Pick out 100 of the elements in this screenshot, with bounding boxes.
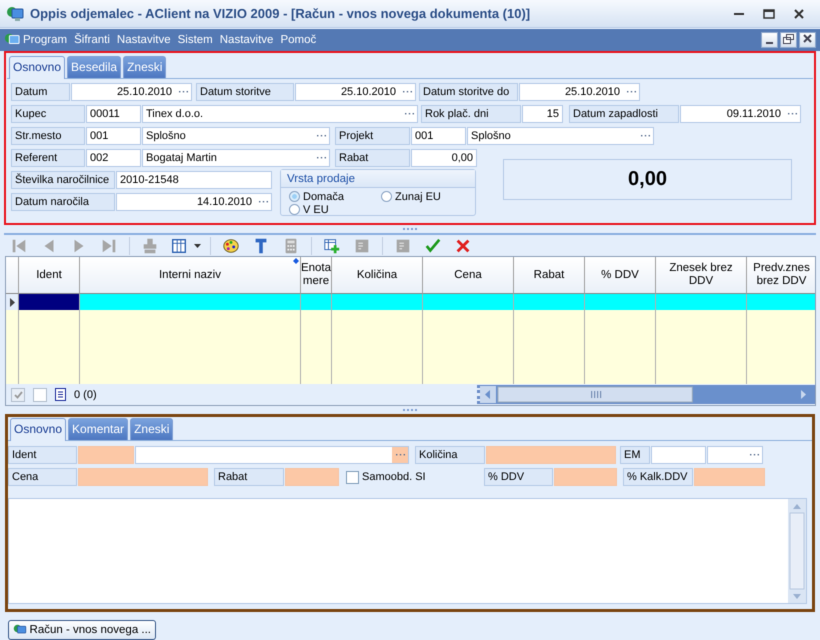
record-count: 0 (0) — [74, 388, 97, 400]
field-label: Referent — [11, 149, 85, 167]
corner-cell — [6, 257, 19, 294]
input-field[interactable]: 0,00 — [411, 149, 477, 167]
input-field[interactable]: Bogataj Martin — [142, 149, 330, 167]
tab[interactable]: Osnovno — [9, 56, 66, 79]
field-label: Datum zapadlosti — [569, 105, 679, 123]
input-field[interactable] — [285, 468, 339, 486]
stamp-icon — [141, 236, 159, 254]
note-icon — [394, 236, 412, 254]
input-field[interactable] — [694, 468, 765, 486]
field-label: Datum naročila — [11, 193, 115, 211]
input-field[interactable]: 25.10.2010 — [71, 83, 192, 101]
caret-icon — [194, 244, 200, 248]
memo-field[interactable] — [8, 498, 807, 604]
radio-button[interactable] — [381, 191, 392, 202]
menu-item[interactable]: Sistem — [174, 34, 216, 46]
last-icon — [100, 236, 118, 254]
column-header[interactable]: % DDV — [585, 257, 656, 294]
field-label: Rok plač. dni — [421, 105, 521, 123]
field-label: Datum storitve — [196, 83, 294, 101]
field-label: % DDV — [484, 468, 553, 486]
field-label: Količina — [415, 446, 485, 464]
input-field[interactable]: 002 — [86, 149, 141, 167]
menu-item[interactable]: Program — [20, 34, 70, 46]
input-field[interactable]: 14.10.2010 — [116, 193, 272, 211]
radio-label: Domača — [303, 190, 344, 202]
input-field[interactable]: 2010-21548 — [116, 171, 272, 189]
checkbox-label: Samoobd. SI — [362, 471, 426, 483]
column-header[interactable]: Predv.znes brez DDV — [747, 257, 815, 294]
field-label: Datum — [11, 83, 70, 101]
check-icon — [424, 236, 442, 254]
column-header[interactable]: Cena — [423, 257, 514, 294]
input-field[interactable] — [78, 446, 134, 464]
total-amount: 0,00 — [628, 168, 667, 191]
input-field[interactable] — [651, 446, 706, 464]
current-cell[interactable] — [19, 294, 80, 310]
input-field[interactable]: Splošno — [467, 127, 654, 145]
palette-icon — [222, 236, 240, 254]
row-indicator[interactable] — [6, 294, 19, 310]
cross-icon — [454, 236, 472, 254]
field-label: Cena — [8, 468, 77, 486]
input-field[interactable]: 09.11.2010 — [680, 105, 801, 123]
field-label: Projekt — [335, 127, 410, 145]
add-row-icon — [323, 236, 341, 254]
minimize-icon — [734, 12, 744, 14]
taskbar-button[interactable]: Račun - vnos novega ... — [8, 620, 156, 640]
tab[interactable]: Osnovno — [10, 418, 66, 441]
input-field[interactable]: 15 — [522, 105, 563, 123]
field-label: % Kalk.DDV — [623, 468, 693, 486]
field-label: Ident — [8, 446, 77, 464]
checkbox[interactable] — [346, 470, 359, 484]
menu-item[interactable]: Pomoč — [277, 34, 320, 46]
column-header[interactable]: Interni naziv — [80, 257, 301, 294]
input-field[interactable]: 25.10.2010 — [519, 83, 640, 101]
table-row[interactable] — [6, 294, 815, 310]
radio-label: Zunaj EU — [395, 190, 441, 202]
input-field[interactable]: 001 — [86, 127, 141, 145]
radio-button[interactable] — [289, 204, 300, 215]
column-header[interactable]: Rabat — [514, 257, 585, 294]
input-field[interactable] — [78, 468, 208, 486]
field-label: Kupec — [11, 105, 85, 123]
restore-button[interactable] — [780, 32, 797, 48]
vertical-scrollbar[interactable] — [788, 499, 806, 603]
field-label: EM — [620, 446, 650, 464]
input-field[interactable] — [135, 446, 409, 464]
minimize-icon — [766, 42, 773, 44]
menu-item[interactable]: Nastavitve — [216, 34, 276, 46]
input-field[interactable]: Tinex d.o.o. — [142, 105, 418, 123]
checkbox[interactable] — [33, 388, 47, 402]
field-label: Številka naročilnice — [11, 171, 115, 189]
close-icon — [794, 8, 804, 18]
menu-item[interactable]: Nastavitve — [114, 34, 174, 46]
restore-icon — [783, 34, 794, 44]
input-field[interactable]: 25.10.2010 — [295, 83, 416, 101]
radio-button[interactable] — [289, 191, 300, 202]
maximize-icon — [763, 8, 775, 18]
column-header[interactable]: Ident — [19, 257, 80, 294]
input-field[interactable] — [554, 468, 617, 486]
menu-item[interactable]: Šifranti — [71, 34, 113, 46]
column-header[interactable]: Enota mere — [301, 257, 332, 294]
field-label: Rabat — [335, 149, 410, 167]
column-header[interactable]: Količina — [332, 257, 423, 294]
horizontal-scrollbar[interactable] — [477, 385, 815, 404]
input-field[interactable]: Splošno — [142, 127, 330, 145]
minimize-button[interactable] — [761, 32, 778, 48]
list-icon — [55, 388, 66, 401]
input-field[interactable] — [707, 446, 763, 464]
browse-button[interactable] — [392, 447, 408, 463]
field-label: Datum storitve do — [419, 83, 518, 101]
field-label: Rabat — [214, 468, 284, 486]
input-field[interactable]: 00011 — [86, 105, 141, 123]
group-title: Vrsta prodaje — [281, 170, 475, 188]
column-header[interactable]: Znesek brez DDV — [656, 257, 747, 294]
close-button[interactable] — [799, 32, 816, 48]
input-field[interactable]: 001 — [411, 127, 466, 145]
input-field[interactable] — [486, 446, 616, 464]
field-label: Str.mesto — [11, 127, 85, 145]
first-icon — [10, 236, 28, 254]
radio-label: V EU — [303, 204, 329, 216]
